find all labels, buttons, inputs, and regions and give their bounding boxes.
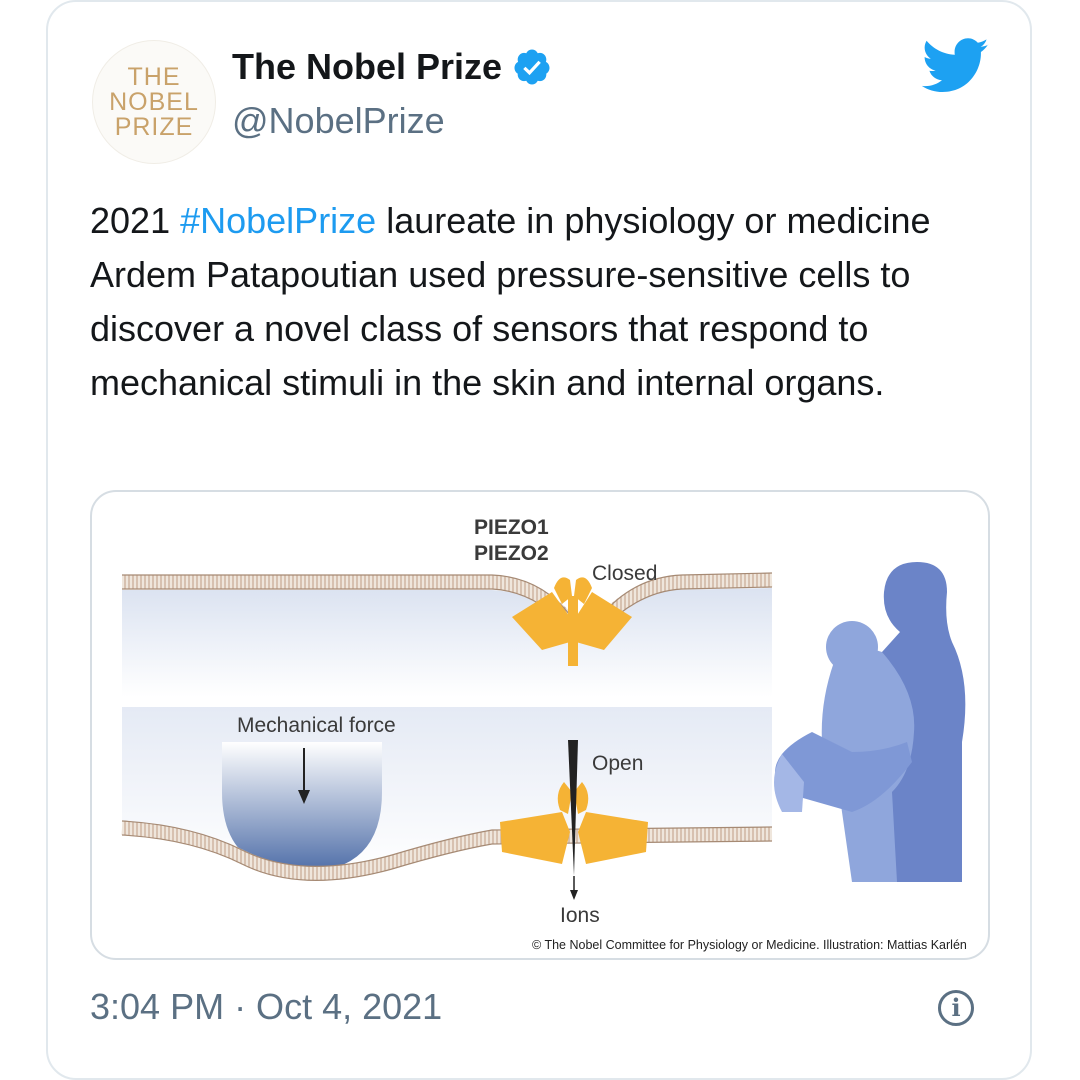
label-piezo2: PIEZO2 <box>474 542 549 565</box>
avatar-line-1: THE <box>127 62 181 91</box>
avatar-line-2: NOBEL <box>109 87 199 116</box>
info-icon[interactable]: i <box>938 990 974 1026</box>
label-closed: Closed <box>592 562 657 585</box>
tweet-media-illustration[interactable]: PIEZO1 PIEZO2 Closed Mechanical force Op… <box>90 490 990 960</box>
tweet-text-start: 2021 <box>90 200 181 241</box>
upper-cell-background <box>122 588 772 697</box>
piezo-illustration: PIEZO1 PIEZO2 Closed Mechanical force Op… <box>121 516 966 927</box>
label-mechanical-force: Mechanical force <box>237 714 396 737</box>
illustration-credit: © The Nobel Committee for Physiology or … <box>532 938 967 952</box>
twitter-bird-icon[interactable] <box>922 38 990 94</box>
avatar[interactable]: THE NOBEL PRIZE <box>92 40 216 164</box>
author-name[interactable]: The Nobel Prize <box>232 46 502 88</box>
author-row: The Nobel Prize <box>232 46 552 88</box>
avatar-line-3: PRIZE <box>114 112 194 141</box>
hugging-people-figure <box>774 562 966 882</box>
tweet-timestamp[interactable]: 3:04 PM · Oct 4, 2021 <box>90 986 442 1028</box>
verified-badge-icon <box>514 49 550 85</box>
label-ions: Ions <box>560 904 600 927</box>
tweet-text: 2021 #NobelPrize laureate in physiology … <box>90 194 990 410</box>
label-piezo1: PIEZO1 <box>474 516 549 539</box>
label-open: Open <box>592 752 643 775</box>
hashtag-link[interactable]: #NobelPrize <box>180 200 376 241</box>
author-handle[interactable]: @NobelPrize <box>232 100 445 142</box>
